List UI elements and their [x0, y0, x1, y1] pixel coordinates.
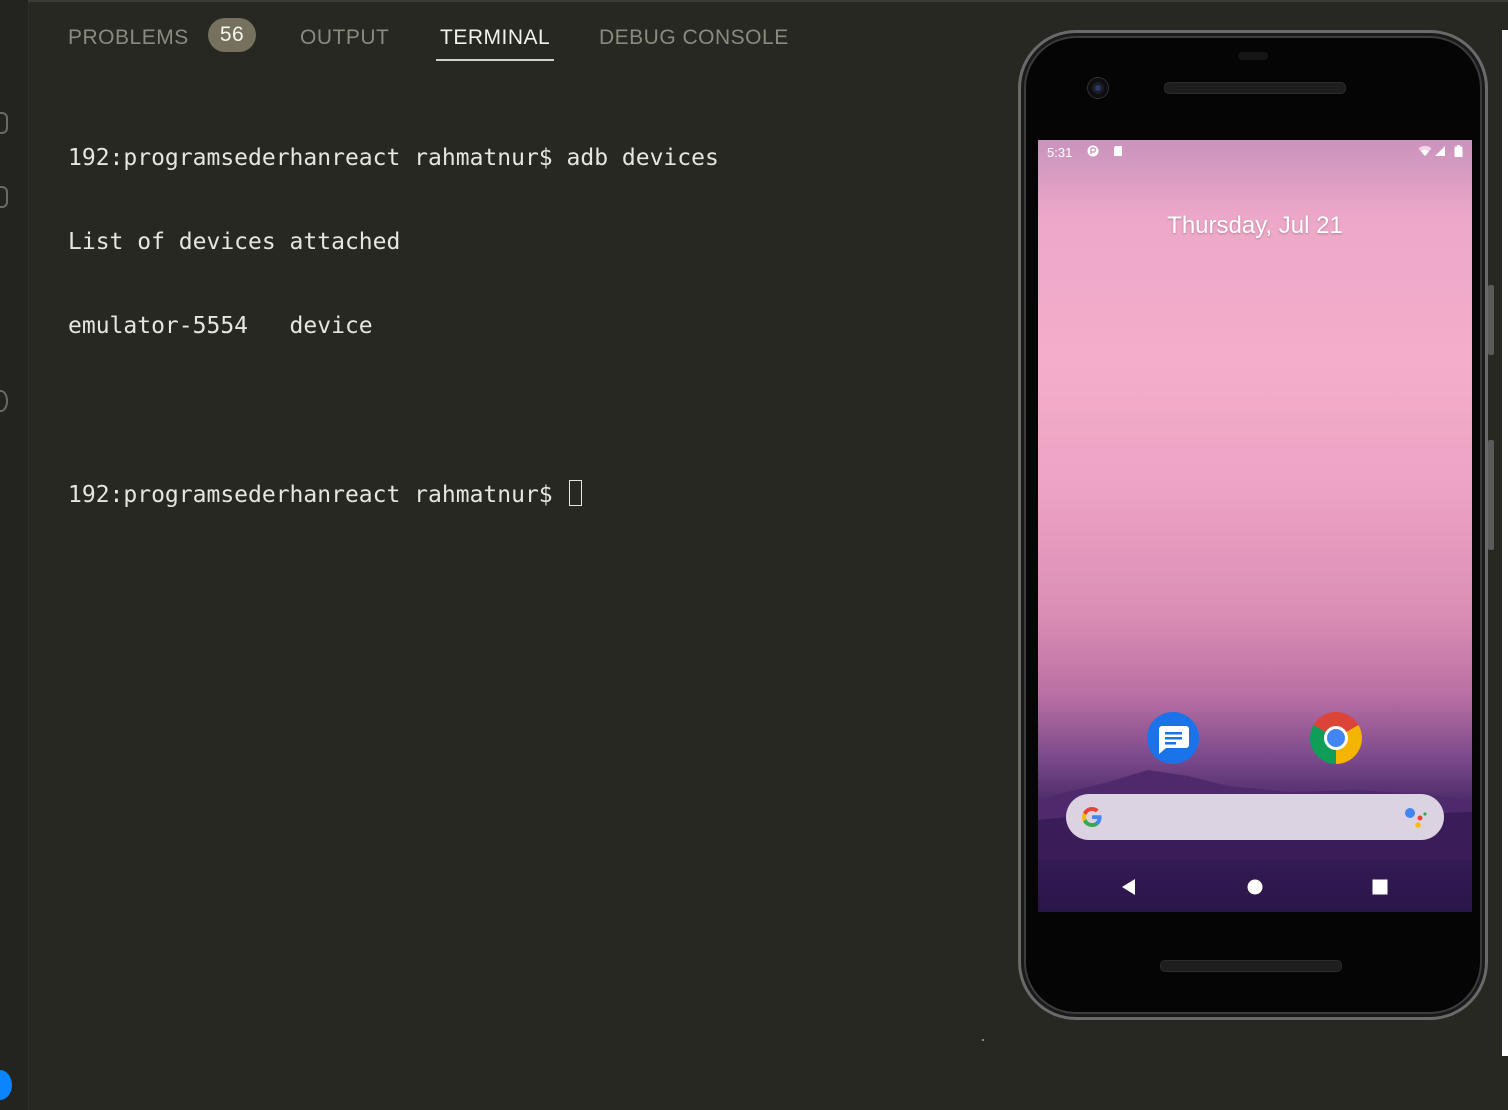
- wifi-icon: [1418, 145, 1432, 156]
- edge-icon: [0, 390, 8, 412]
- terminal-prompt-line: 192:programsederhanreact rahmatnur$: [68, 480, 719, 508]
- status-bar: 5:31: [1038, 140, 1472, 166]
- home-icon[interactable]: [1242, 874, 1268, 900]
- volume-button[interactable]: [1488, 440, 1494, 550]
- dot: [982, 1039, 984, 1041]
- google-assistant-icon[interactable]: [1404, 806, 1428, 828]
- window-edge: [1502, 30, 1508, 1056]
- google-search-bar[interactable]: [1066, 794, 1444, 840]
- panel-top-border: [28, 0, 1508, 2]
- lockscreen-date[interactable]: Thursday, Jul 21: [1038, 212, 1472, 240]
- back-icon[interactable]: [1116, 874, 1142, 900]
- terminal-line: 192:programsederhanreact rahmatnur$ adb …: [68, 145, 719, 171]
- tab-debug-console-label: DEBUG CONSOLE: [599, 26, 789, 49]
- terminal-line: List of devices attached: [68, 229, 401, 255]
- edge-icon: [0, 112, 8, 134]
- status-time: 5:31: [1047, 145, 1073, 160]
- tab-problems-label: PROBLEMS: [68, 26, 189, 49]
- earpiece-speaker: [1164, 82, 1346, 94]
- tab-problems[interactable]: PROBLEMS 56: [68, 18, 256, 58]
- recents-icon[interactable]: [1367, 874, 1393, 900]
- terminal-line: emulator-5554 device: [68, 313, 373, 339]
- bottom-speaker: [1160, 960, 1342, 972]
- sd-card-icon: [1114, 146, 1122, 156]
- proximity-sensor: [1238, 52, 1268, 60]
- phone-screen[interactable]: 5:31 Thursday, Jul 21: [1038, 140, 1472, 912]
- chrome-icon[interactable]: [1309, 711, 1363, 765]
- tab-output-label: OUTPUT: [300, 26, 390, 49]
- tab-terminal-label: TERMINAL: [440, 26, 551, 49]
- tab-terminal[interactable]: TERMINAL: [436, 20, 555, 61]
- battery-icon: [1454, 145, 1463, 157]
- active-tab-indicator: [436, 59, 555, 61]
- android-emulator: 5:31 Thursday, Jul 21: [1018, 30, 1494, 1020]
- problems-count-badge: 56: [208, 18, 256, 52]
- notification-icon: [1087, 145, 1099, 157]
- terminal-cursor[interactable]: [568, 480, 582, 506]
- google-g-icon: [1082, 806, 1102, 827]
- accounts-badge-icon[interactable]: [0, 1070, 12, 1100]
- terminal-prompt: 192:programsederhanreact rahmatnur$: [68, 482, 567, 508]
- android-nav-bar: [1038, 862, 1472, 912]
- tab-output[interactable]: OUTPUT: [300, 20, 389, 58]
- edge-icon: [0, 186, 8, 208]
- messages-icon[interactable]: [1146, 711, 1200, 765]
- activity-bar-edge: [0, 0, 29, 1110]
- terminal-output[interactable]: 192:programsederhanreact rahmatnur$ adb …: [68, 88, 719, 536]
- front-camera-icon: [1088, 78, 1108, 98]
- signal-icon: [1435, 146, 1445, 156]
- power-button[interactable]: [1488, 285, 1494, 355]
- tab-debug-console[interactable]: DEBUG CONSOLE: [599, 20, 789, 58]
